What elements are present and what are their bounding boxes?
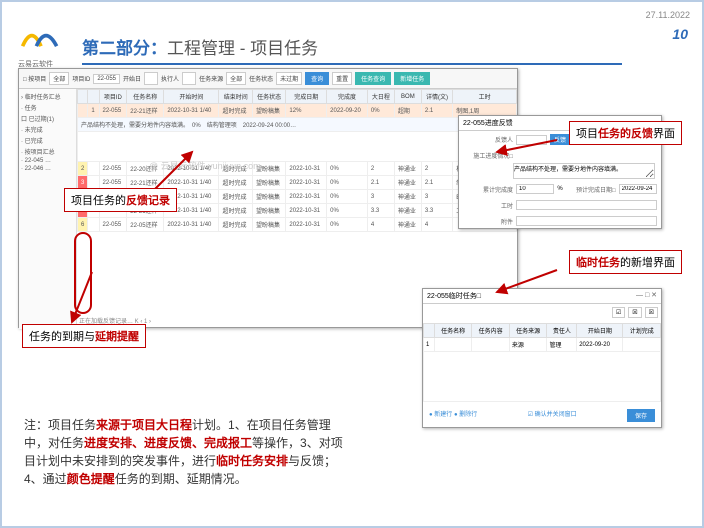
task-screenshot: 22-055临时任务□— □ ✕ ☑☒☒ 任务名称任务内容任务来源责任人开始日期…	[422, 288, 662, 428]
task-query-button[interactable]: 任务查询	[355, 72, 391, 85]
main-toolbar: □ 按项目全部 项目ID22-055 开始日 执行人 任务来源全部 任务状态未过…	[19, 69, 517, 89]
tool-3[interactable]: ☒	[645, 307, 658, 318]
footnote: 注：项目任务来源于项目大日程计划。1、在项目任务管理中，对任务进度安排、进度反馈…	[24, 416, 344, 488]
tool-1[interactable]: ☑	[612, 307, 625, 318]
reset-button[interactable]: 重置	[332, 72, 352, 85]
query-button[interactable]: 查询	[305, 72, 329, 85]
pct-input[interactable]	[516, 184, 554, 194]
slide-date: 27.11.2022	[646, 10, 690, 20]
temp-task-table[interactable]: 任务名称任务内容任务来源责任人开始日期计划完成 1来源管理2022-09-20	[423, 323, 661, 402]
expect-date[interactable]	[619, 184, 657, 194]
row-ops[interactable]: ● 新建行 ● 删除行	[429, 409, 477, 422]
callout-feedback-record: 项目任务的反馈记录	[64, 188, 177, 212]
workhour-input[interactable]	[516, 200, 657, 210]
callout-deadline: 任务的到期与延期提醒	[22, 324, 146, 348]
feedback-note[interactable]: 产品结构不处理，需要分地件内容填满。	[513, 163, 655, 179]
new-task-button[interactable]: 新增任务	[394, 72, 430, 85]
save-button[interactable]: 保存	[627, 409, 655, 422]
attach-input[interactable]	[516, 216, 657, 226]
confirm-close[interactable]: ☑ 确认并关闭窗口	[528, 409, 577, 422]
logo: 云易云软件	[18, 20, 64, 69]
page-number: 10	[672, 26, 688, 42]
callout-temp-task: 临时任务的新增界面	[569, 250, 682, 274]
slide-title: 第二部分：工程管理 - 项目任务	[82, 34, 622, 65]
window-buttons[interactable]: — □ ✕	[636, 291, 657, 301]
callout-feedback-ui: 项目任务的反馈界面	[569, 121, 682, 145]
tool-2[interactable]: ☒	[628, 307, 641, 318]
